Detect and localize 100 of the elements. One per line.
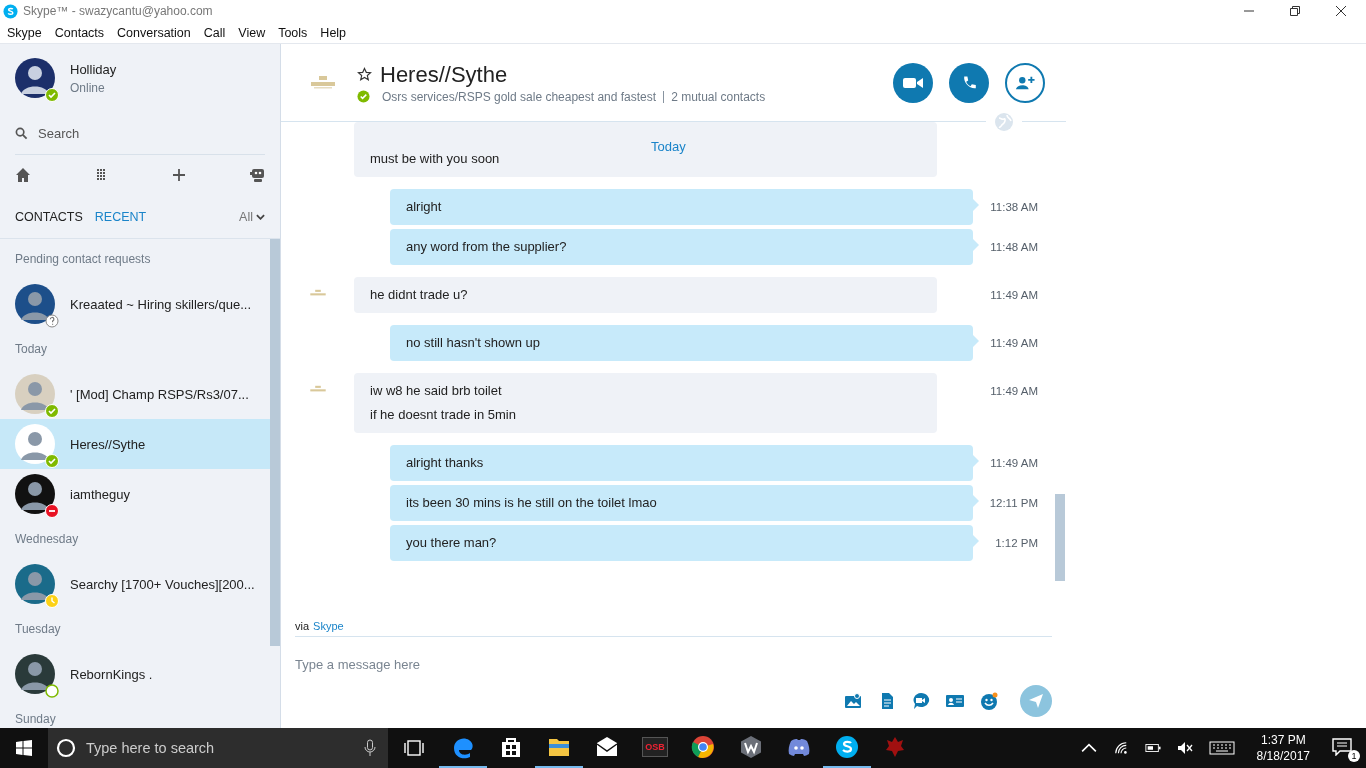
section-heading: Today bbox=[14, 341, 49, 358]
add-people-button[interactable] bbox=[1005, 62, 1045, 103]
menu-item[interactable]: Help bbox=[320, 25, 347, 40]
taskbar-osb-app[interactable]: OSB bbox=[631, 728, 679, 768]
mutual-contacts-link[interactable]: 2 mutual contacts bbox=[671, 89, 766, 104]
contact-item[interactable]: ' [Mod] Champ RSPS/Rs3/07... bbox=[0, 369, 270, 419]
list-tab[interactable]: RECENT bbox=[94, 209, 147, 224]
contact-item[interactable]: Searchy [1700+ Vouches][200... bbox=[0, 559, 270, 609]
wifi-icon[interactable] bbox=[1112, 741, 1129, 755]
person-add-icon bbox=[1015, 74, 1035, 91]
chevron-up-icon[interactable] bbox=[1080, 741, 1097, 755]
video-call-button[interactable] bbox=[893, 62, 933, 103]
message-time: 11:49 AM bbox=[989, 336, 1038, 349]
contact-name: RebornKings . bbox=[70, 666, 153, 682]
call-button[interactable] bbox=[949, 62, 989, 103]
restore-icon[interactable] bbox=[1290, 6, 1300, 16]
contact-item[interactable]: RebornKings . bbox=[0, 649, 270, 699]
message-text: no still hasn't shown up bbox=[406, 334, 540, 352]
section-heading: Tuesday bbox=[14, 621, 62, 638]
avatar bbox=[15, 374, 55, 414]
start-icon[interactable] bbox=[16, 740, 32, 756]
contact-item[interactable]: Heres//Sythe bbox=[0, 419, 270, 469]
chrome-icon bbox=[691, 735, 715, 759]
message-text: if he doesnt trade in 5min bbox=[370, 406, 516, 424]
filter-dropdown[interactable]: All bbox=[239, 209, 265, 224]
message-time: 11:49 AM bbox=[989, 384, 1038, 397]
avatar bbox=[15, 474, 55, 514]
skype-link[interactable]: Skype bbox=[313, 620, 344, 632]
contact-name: Kreaated ~ Hiring skillers/que... bbox=[70, 296, 251, 312]
keyboard-icon[interactable] bbox=[1208, 741, 1235, 755]
app-logo: OSB bbox=[642, 737, 668, 757]
image-icon[interactable] bbox=[844, 692, 862, 710]
contact-name: ' [Mod] Champ RSPS/Rs3/07... bbox=[70, 386, 249, 402]
emoticon-icon[interactable] bbox=[980, 692, 998, 710]
list-tab[interactable]: CONTACTS bbox=[15, 209, 83, 224]
avatar bbox=[15, 284, 55, 324]
section-heading: Sunday bbox=[14, 711, 57, 728]
star-icon[interactable] bbox=[357, 67, 372, 82]
contact-name: Searchy [1700+ Vouches][200... bbox=[70, 576, 255, 592]
skype-icon bbox=[835, 735, 859, 759]
menu-item[interactable]: View bbox=[238, 25, 266, 40]
message-time: 12:11 PM bbox=[988, 496, 1038, 509]
clock-date: 8/18/2017 bbox=[1256, 748, 1310, 764]
search-field[interactable]: Search bbox=[38, 125, 218, 141]
clock[interactable]: 1:37 PM 8/18/2017 bbox=[1250, 732, 1316, 764]
menu-item[interactable]: Contacts bbox=[54, 25, 105, 40]
contact-card-icon[interactable] bbox=[946, 692, 964, 710]
microphone-icon[interactable] bbox=[364, 739, 376, 757]
message-text: he didnt trade u? bbox=[370, 286, 468, 304]
mood-message: Osrs services/RSPS gold sale cheapest and fastest bbox=[382, 89, 657, 104]
envelope-icon bbox=[595, 735, 619, 759]
message-time: 11:49 AM bbox=[989, 456, 1038, 469]
circle-icon bbox=[56, 738, 76, 758]
notification-icon[interactable] bbox=[1332, 738, 1352, 756]
taskbar-search-box[interactable]: Type here to search bbox=[48, 728, 388, 768]
contact-name: iamtheguy bbox=[70, 486, 130, 502]
day-divider: Today bbox=[651, 139, 686, 154]
message-time: 11:38 AM bbox=[989, 200, 1038, 213]
scrollbar-thumb[interactable] bbox=[270, 239, 280, 646]
chevron-down-icon bbox=[256, 213, 265, 220]
menu-item[interactable]: Tools bbox=[278, 25, 308, 40]
avatar bbox=[15, 654, 55, 694]
menu-item[interactable]: Call bbox=[203, 25, 226, 40]
avatar bbox=[15, 424, 55, 464]
task-view-icon[interactable] bbox=[404, 740, 424, 756]
volume-muted-icon[interactable] bbox=[1176, 741, 1193, 755]
avatar bbox=[15, 564, 55, 604]
add-icon[interactable] bbox=[171, 167, 187, 183]
section-heading: Wednesday bbox=[14, 531, 80, 548]
avatar bbox=[15, 58, 55, 98]
search-icon bbox=[15, 126, 28, 140]
message-time: 11:49 AM bbox=[989, 288, 1038, 301]
message-time: 11:48 AM bbox=[989, 240, 1038, 253]
battery-icon[interactable] bbox=[1144, 741, 1161, 755]
via-label: via bbox=[295, 620, 310, 632]
contact-item[interactable]: Kreaated ~ Hiring skillers/que... bbox=[0, 279, 270, 329]
taskbar-search-field[interactable]: Type here to search bbox=[86, 740, 354, 756]
contact-name: Heres//Sythe bbox=[70, 436, 146, 452]
bot-icon[interactable] bbox=[249, 167, 265, 183]
menu-item[interactable]: Conversation bbox=[117, 25, 191, 40]
shopping-bag-icon bbox=[499, 735, 523, 759]
message-text: its been 30 mins is he still on the toilet lmao bbox=[406, 494, 657, 512]
message-text: any word from the supplier? bbox=[406, 238, 567, 256]
contact-item[interactable]: iamtheguy bbox=[0, 469, 270, 519]
hexagon-icon bbox=[739, 735, 763, 759]
emblem-icon bbox=[883, 735, 907, 759]
clock-time: 1:37 PM bbox=[1260, 732, 1306, 748]
close-icon[interactable] bbox=[1336, 6, 1346, 16]
message-text: you there man? bbox=[406, 534, 497, 552]
menu-item[interactable]: Skype bbox=[7, 25, 42, 40]
message-text: must be with you soon bbox=[370, 150, 500, 168]
home-icon[interactable] bbox=[15, 167, 31, 183]
scrollbar-thumb[interactable] bbox=[1055, 494, 1065, 581]
message-text: alright thanks bbox=[406, 454, 484, 472]
message-text: iw w8 he said brb toilet bbox=[370, 382, 502, 400]
video-message-icon[interactable] bbox=[912, 692, 930, 710]
skype-logo-icon bbox=[3, 3, 18, 19]
message-time: 1:12 PM bbox=[994, 536, 1038, 549]
message-text: alright bbox=[406, 198, 442, 216]
notification-count: 1 bbox=[1348, 750, 1360, 762]
